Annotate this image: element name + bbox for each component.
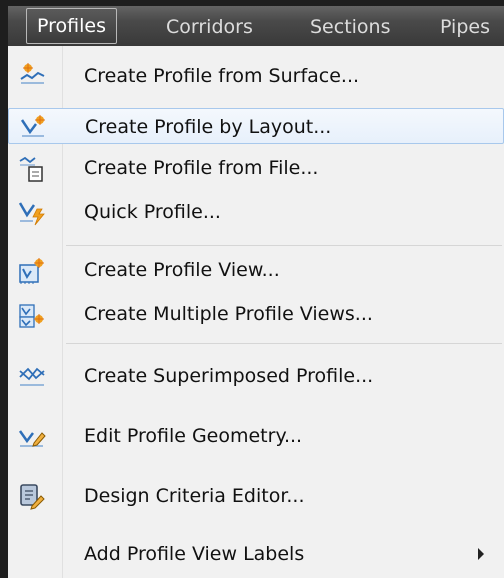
menu-item-label: Create Profile from File...	[84, 157, 319, 179]
menu-item-add-profile-view-labels[interactable]: Add Profile View Labels	[8, 536, 504, 572]
menu-pipes[interactable]: Pipes	[440, 10, 490, 44]
menu-item-create-profile-from-surface[interactable]: Create Profile from Surface...	[8, 58, 504, 94]
menu-item-create-multiple-profile-views[interactable]: Create Multiple Profile Views...	[8, 296, 504, 332]
profile-from-file-icon	[19, 156, 43, 182]
menu-item-create-profile-from-file[interactable]: Create Profile from File...	[8, 150, 504, 186]
menu-item-label: Edit Profile Geometry...	[84, 425, 303, 447]
dropdown-left-border	[0, 46, 8, 578]
profile-from-surface-icon	[20, 63, 45, 84]
menu-separator	[66, 245, 502, 246]
menu-separator	[66, 343, 502, 344]
profile-by-layout-icon	[20, 115, 45, 137]
menu-profiles[interactable]: Profiles	[26, 8, 117, 44]
menu-item-label: Create Profile from Surface...	[84, 65, 360, 87]
menu-item-create-profile-by-layout[interactable]: Create Profile by Layout...	[8, 108, 504, 144]
menu-item-label: Quick Profile...	[84, 201, 221, 223]
menu-item-label: Create Profile View...	[84, 259, 280, 281]
menu-item-quick-profile[interactable]: Quick Profile...	[8, 194, 504, 230]
menu-corridors[interactable]: Corridors	[166, 10, 253, 44]
menu-bar-top-edge	[0, 0, 504, 6]
menu-item-label: Add Profile View Labels	[84, 543, 305, 565]
menu-item-label: Create Superimposed Profile...	[84, 365, 374, 387]
menu-sections[interactable]: Sections	[310, 10, 391, 44]
quick-profile-icon	[18, 202, 45, 226]
design-criteria-editor-icon	[20, 484, 45, 510]
superimposed-profile-icon	[19, 367, 45, 386]
edit-profile-geometry-icon	[18, 430, 46, 447]
menu-item-create-superimposed-profile[interactable]: Create Superimposed Profile...	[8, 358, 504, 394]
menu-item-edit-profile-geometry[interactable]: Edit Profile Geometry...	[8, 418, 504, 454]
menu-item-label: Create Profile by Layout...	[85, 116, 332, 138]
menu-item-label: Create Multiple Profile Views...	[84, 303, 373, 325]
menu-item-design-criteria-editor[interactable]: Design Criteria Editor...	[8, 478, 504, 514]
menu-item-create-profile-view[interactable]: Create Profile View...	[8, 252, 504, 288]
submenu-arrow-icon	[478, 548, 484, 560]
menu-item-label: Design Criteria Editor...	[84, 485, 305, 507]
menu-bar-left-edge	[0, 0, 8, 46]
profile-view-icon	[19, 258, 44, 284]
multiple-profile-views-icon	[19, 304, 44, 328]
